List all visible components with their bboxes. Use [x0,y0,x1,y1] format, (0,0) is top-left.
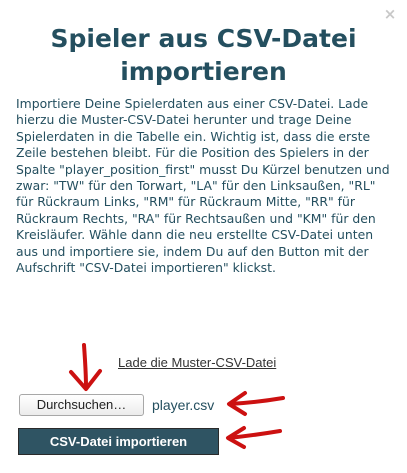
instructions-text: Importiere Deine Spielerdaten aus einer … [16,96,390,276]
selected-file-name: player.csv [152,397,215,413]
dialog-title: Spieler aus CSV-Datei importieren [0,22,407,88]
import-dialog: × Spieler aus CSV-Datei importieren Impo… [0,0,407,473]
red-arrow-left-icon-2 [226,426,282,449]
download-template-link[interactable]: Lade die Muster-CSV-Datei [118,355,276,371]
dialog-title-line-1: Spieler aus CSV-Datei [50,24,357,53]
close-icon[interactable]: × [382,6,398,22]
dialog-title-line-2: importieren [120,57,287,86]
red-arrow-down-icon [69,343,102,391]
import-csv-button[interactable]: CSV-Datei importieren [18,428,219,455]
red-arrow-left-icon [227,391,285,416]
browse-file-button[interactable]: Durchsuchen… [19,394,144,416]
